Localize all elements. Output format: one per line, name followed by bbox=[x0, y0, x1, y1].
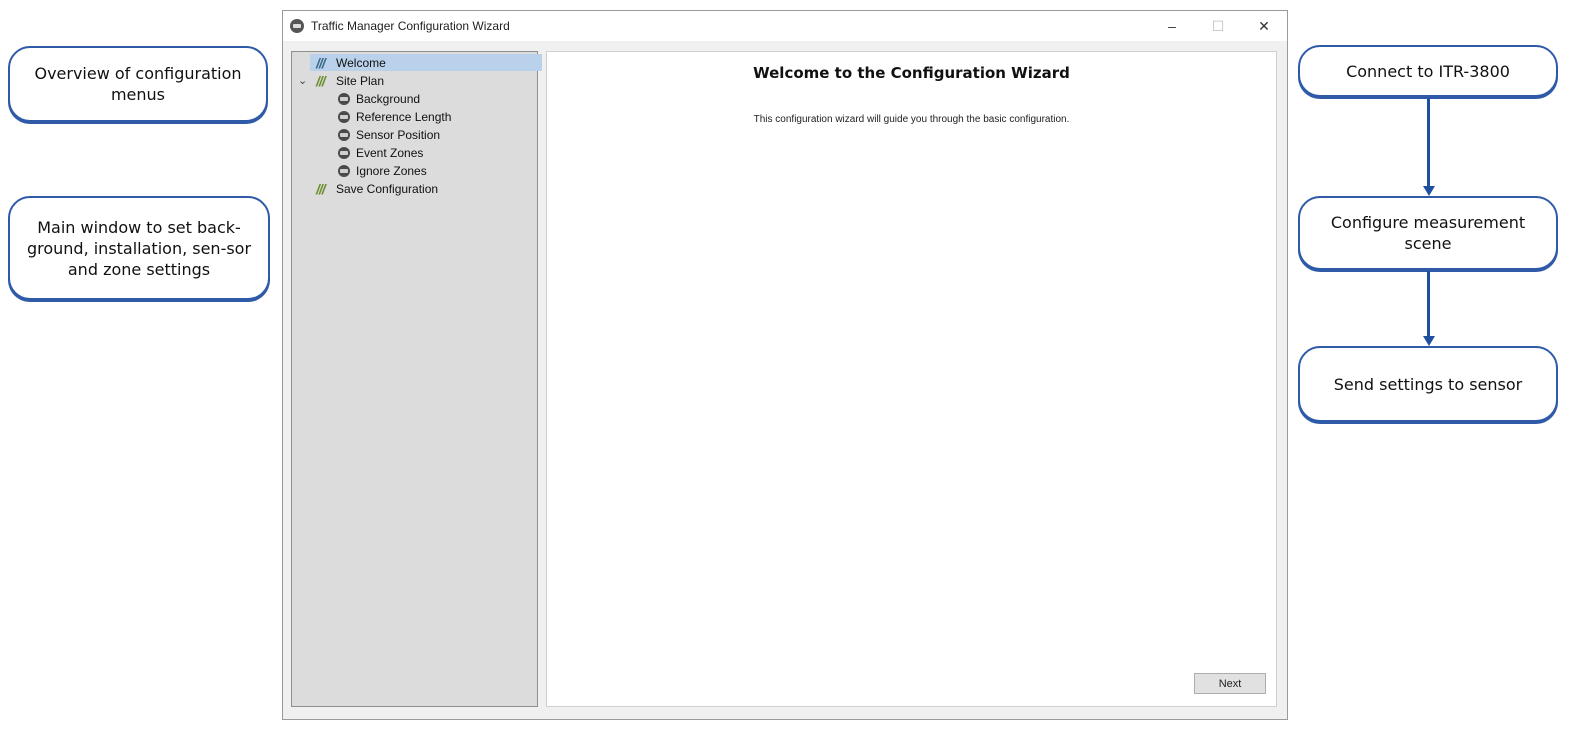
flow-arrow-1 bbox=[1427, 98, 1430, 186]
callout-connect-text: Connect to ITR-3800 bbox=[1346, 61, 1510, 81]
sensor-icon bbox=[338, 164, 350, 177]
callout-send: Send settings to sensor bbox=[1298, 346, 1558, 422]
tree-item-save-configuration[interactable]: /// Save Configuration bbox=[316, 180, 438, 197]
sensor-icon bbox=[338, 146, 350, 159]
tree-item-sensor-position[interactable]: Sensor Position bbox=[338, 126, 440, 143]
callout-main-window-text: Main window to set back-ground, installa… bbox=[26, 217, 252, 279]
callout-send-text: Send settings to sensor bbox=[1333, 374, 1523, 394]
tree-item-label: Ignore Zones bbox=[356, 163, 427, 178]
maximize-button[interactable]: ☐ bbox=[1195, 11, 1241, 41]
stripes-icon: /// bbox=[316, 180, 326, 197]
navigation-tree: /// Welcome ⌄ /// Site Plan Background R… bbox=[291, 51, 542, 707]
tree-item-label: Sensor Position bbox=[356, 127, 441, 142]
tree-item-background[interactable]: Background bbox=[338, 90, 420, 107]
flow-arrow-2-head bbox=[1423, 336, 1435, 346]
page-description: This configuration wizard will guide you… bbox=[753, 114, 1070, 125]
title-bar[interactable]: Traffic Manager Configuration Wizard – ☐… bbox=[283, 11, 1287, 41]
callout-configure: Configure measurement scene bbox=[1298, 196, 1558, 270]
minimize-button[interactable]: – bbox=[1149, 11, 1195, 41]
callout-connect: Connect to ITR-3800 bbox=[1298, 45, 1558, 97]
sensor-icon bbox=[338, 110, 350, 123]
flow-arrow-1-head bbox=[1423, 186, 1435, 196]
callout-configure-text: Configure measurement scene bbox=[1330, 213, 1526, 253]
stripes-icon: /// bbox=[316, 72, 326, 89]
tree-item-reference-length[interactable]: Reference Length bbox=[338, 108, 451, 125]
tree-item-label: Site Plan bbox=[336, 73, 385, 88]
main-content-panel: Welcome to the Configuration Wizard This… bbox=[546, 51, 1277, 707]
next-button[interactable]: Next bbox=[1194, 673, 1266, 694]
page-title: Welcome to the Configuration Wizard bbox=[753, 64, 1070, 82]
tree-item-label: Background bbox=[356, 91, 421, 106]
sensor-icon bbox=[338, 92, 350, 105]
chevron-down-icon[interactable]: ⌄ bbox=[298, 74, 307, 87]
sensor-icon bbox=[338, 128, 350, 141]
tree-item-label: Event Zones bbox=[356, 145, 424, 160]
flow-arrow-2 bbox=[1427, 271, 1430, 336]
close-button[interactable]: ✕ bbox=[1241, 11, 1287, 41]
app-icon bbox=[290, 19, 304, 33]
window-title: Traffic Manager Configuration Wizard bbox=[311, 19, 510, 33]
wizard-window: Traffic Manager Configuration Wizard – ☐… bbox=[282, 10, 1288, 720]
callout-overview-text: Overview of configuration menus bbox=[34, 64, 242, 104]
callout-main-window: Main window to set back-ground, installa… bbox=[8, 196, 270, 300]
tree-item-ignore-zones[interactable]: Ignore Zones bbox=[338, 162, 427, 179]
tree-item-label: Save Configuration bbox=[336, 181, 439, 196]
tree-item-welcome[interactable]: /// Welcome bbox=[310, 54, 542, 71]
tree-item-site-plan[interactable]: /// Site Plan bbox=[316, 72, 384, 89]
tree-item-label: Reference Length bbox=[356, 109, 452, 124]
tree-item-event-zones[interactable]: Event Zones bbox=[338, 144, 423, 161]
window-controls: – ☐ ✕ bbox=[1149, 11, 1287, 41]
stripes-icon: /// bbox=[316, 54, 326, 71]
callout-overview: Overview of configuration menus bbox=[8, 46, 268, 122]
tree-item-label: Welcome bbox=[336, 55, 386, 70]
